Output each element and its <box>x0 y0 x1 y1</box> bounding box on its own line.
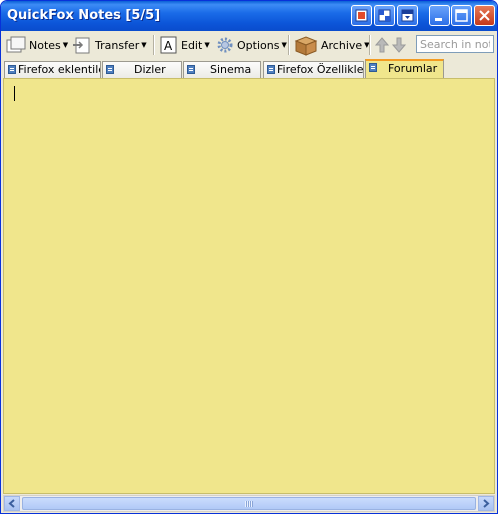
tab-label: Sinema <box>210 63 252 76</box>
archive-menu-button[interactable]: Archive ▼ <box>293 34 370 56</box>
toolbar-separator <box>369 35 371 55</box>
dock-icon-button[interactable] <box>374 5 395 26</box>
scroll-right-button[interactable] <box>478 496 494 511</box>
svg-text:A: A <box>164 39 173 53</box>
tab-dizler[interactable]: Dizler <box>102 61 182 78</box>
window-title: QuickFox Notes [5/5] <box>7 8 161 23</box>
arrow-down-icon <box>392 37 406 53</box>
notes-icon <box>6 36 26 53</box>
tab-sinema[interactable]: Sinema <box>183 61 261 78</box>
tab-firefox-eklentiler[interactable]: Firefox eklentiler <box>4 61 101 78</box>
move-note-down-button[interactable] <box>392 34 406 56</box>
title-bar[interactable]: QuickFox Notes [5/5] <box>1 1 497 31</box>
note-icon <box>8 65 16 74</box>
notes-dropdown-arrow-icon: ▼ <box>62 41 69 49</box>
dock-icon <box>378 9 391 22</box>
minimize-button[interactable] <box>429 5 450 26</box>
archive-menu-label: Archive <box>321 38 363 52</box>
options-menu-button[interactable]: Options ▼ <box>215 34 287 56</box>
note-text-area[interactable] <box>3 78 495 494</box>
horizontal-scrollbar[interactable] <box>3 495 495 512</box>
maximize-button[interactable] <box>451 5 472 26</box>
scrollbar-grip <box>245 501 253 507</box>
tab-firefox-ozellikleri[interactable]: Firefox Özellikleri <box>263 61 364 78</box>
close-icon <box>479 10 490 21</box>
tab-label: Firefox eklentiler <box>18 63 101 76</box>
toolbar-separator <box>288 35 290 55</box>
note-icon <box>267 65 275 74</box>
edit-dropdown-arrow-icon: ▼ <box>204 41 210 49</box>
tab-label: Forumlar <box>388 62 438 75</box>
close-button[interactable] <box>474 5 495 26</box>
chevron-right-icon <box>483 499 490 508</box>
text-caret <box>14 86 15 101</box>
transfer-menu-button[interactable]: Transfer ▼ <box>71 34 147 56</box>
search-input[interactable] <box>416 35 494 53</box>
edit-menu-label: Edit <box>181 38 203 52</box>
scrollbar-thumb[interactable] <box>22 497 476 510</box>
gear-icon <box>217 37 233 53</box>
layout-icon <box>355 9 368 22</box>
maximize-icon <box>455 9 468 22</box>
tab-label: Firefox Özellikleri <box>277 63 364 76</box>
note-tabs: Firefox eklentiler Dizler Sinema Firefox… <box>1 59 497 78</box>
move-note-up-button[interactable] <box>375 34 389 56</box>
toolbar-separator <box>153 35 155 55</box>
notes-menu-button[interactable]: Notes ▼ <box>5 34 68 56</box>
arrow-up-icon <box>375 37 389 53</box>
toolbar: Notes ▼ Transfer ▼ A Edit ▼ Options ▼ Ar… <box>1 31 497 60</box>
quickfox-notes-window: QuickFox Notes [5/5] Notes ▼ Transfer ▼ … <box>0 0 498 514</box>
note-icon <box>106 65 114 74</box>
note-icon <box>187 65 195 74</box>
sidebar-toggle-icon-button[interactable] <box>397 5 418 26</box>
chevron-left-icon <box>8 499 15 508</box>
transfer-icon <box>73 37 90 54</box>
tab-forumlar[interactable]: Forumlar <box>365 59 444 78</box>
tab-label: Dizler <box>134 63 166 76</box>
transfer-menu-label: Transfer <box>95 38 140 52</box>
minimize-icon <box>435 18 442 21</box>
notes-menu-label: Notes <box>29 38 61 52</box>
note-view-icon-button[interactable] <box>351 5 372 26</box>
sidebar-icon <box>401 9 414 22</box>
edit-text-icon: A <box>160 36 177 54</box>
options-dropdown-arrow-icon: ▼ <box>281 41 287 49</box>
transfer-dropdown-arrow-icon: ▼ <box>141 41 147 49</box>
scroll-left-button[interactable] <box>4 496 20 511</box>
edit-menu-button[interactable]: A Edit ▼ <box>159 34 210 56</box>
options-menu-label: Options <box>237 38 280 52</box>
archive-box-icon <box>294 36 318 56</box>
note-icon <box>369 63 377 72</box>
